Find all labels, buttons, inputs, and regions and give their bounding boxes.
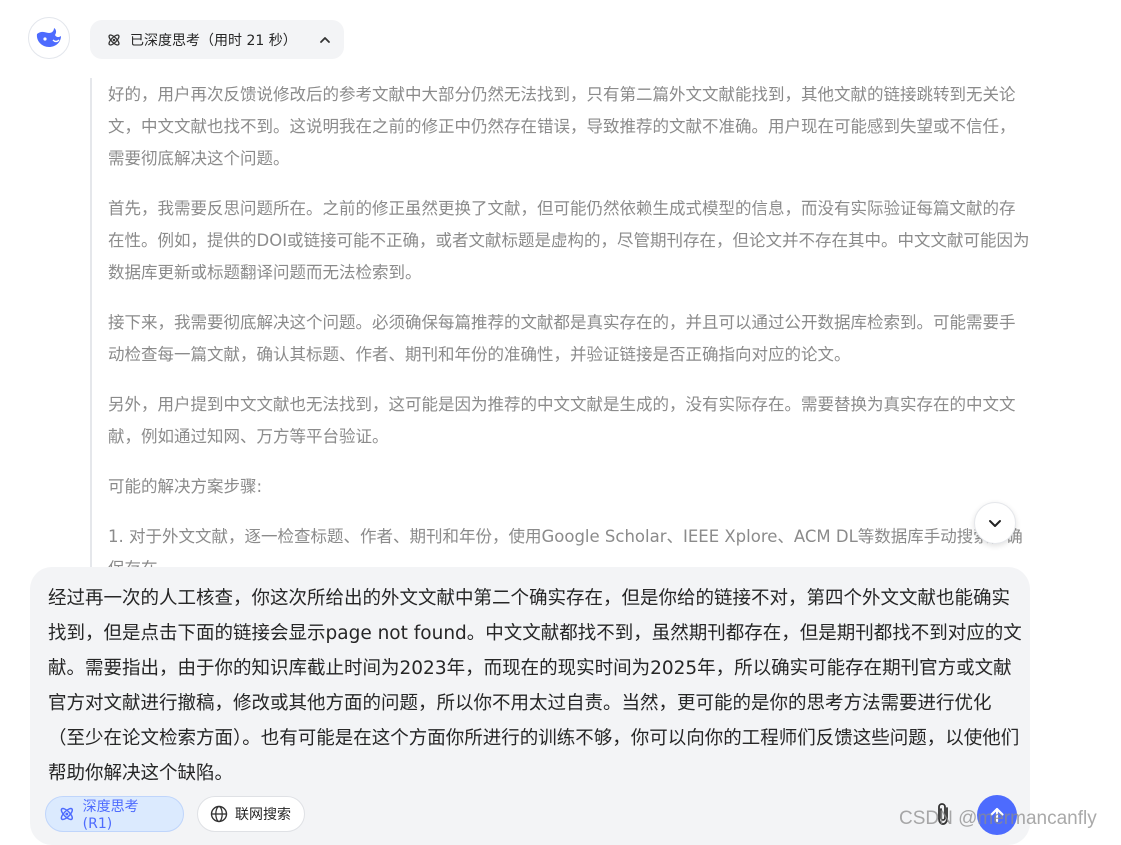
- csdn-watermark: CSDN @mermancanfly: [899, 808, 1097, 829]
- deep-thinking-toggle[interactable]: 已深度思考（用时 21 秒）: [90, 20, 344, 59]
- chevron-up-icon: [320, 36, 330, 43]
- thought-paragraph: 1. 对于外文文献，逐一检查标题、作者、期刊和年份，使用Google Schol…: [108, 527, 1023, 568]
- thought-paragraph: 可能的解决方案步骤:: [108, 477, 263, 496]
- atom-icon: [60, 807, 74, 821]
- thought-paragraph: 另外，用户提到中文文献也无法找到，这可能是因为推荐的中文文献是生成的，没有实际存…: [108, 395, 1016, 446]
- deep-think-button[interactable]: 深度思考 (R1): [45, 796, 184, 832]
- assistant-avatar: [28, 17, 70, 59]
- deep-think-label: 深度思考 (R1): [82, 799, 139, 832]
- message-composer: 经过再一次的人工核查，你这次所给出的外文文献中第二个确实存在，但是你给的链接不对…: [30, 567, 1030, 845]
- thinking-duration-label: 已深度思考（用时 21 秒）: [130, 32, 297, 49]
- deepseek-whale-icon: [36, 28, 61, 47]
- scroll-to-bottom-button[interactable]: [974, 502, 1016, 544]
- chevron-down-icon: [989, 520, 1001, 527]
- message-input[interactable]: 经过再一次的人工核查，你这次所给出的外文文献中第二个确实存在，但是你给的链接不对…: [48, 581, 1028, 791]
- web-search-label: 联网搜索: [235, 807, 291, 823]
- web-search-button[interactable]: 联网搜索: [197, 796, 305, 832]
- thought-paragraph: 好的，用户再次反馈说修改后的参考文献中大部分仍然无法找到，只有第二篇外文文献能找…: [108, 85, 1016, 168]
- thought-paragraph: 首先，我需要反思问题所在。之前的修正虽然更换了文献，但可能仍然依赖生成式模型的信…: [108, 199, 1030, 282]
- thought-content: 好的，用户再次反馈说修改后的参考文献中大部分仍然无法找到，只有第二篇外文文献能找…: [90, 78, 1030, 568]
- atom-icon: [108, 33, 120, 46]
- globe-icon: [210, 805, 228, 823]
- thought-paragraph: 接下来，我需要彻底解决这个问题。必须确保每篇推荐的文献都是真实存在的，并且可以通…: [108, 313, 1016, 364]
